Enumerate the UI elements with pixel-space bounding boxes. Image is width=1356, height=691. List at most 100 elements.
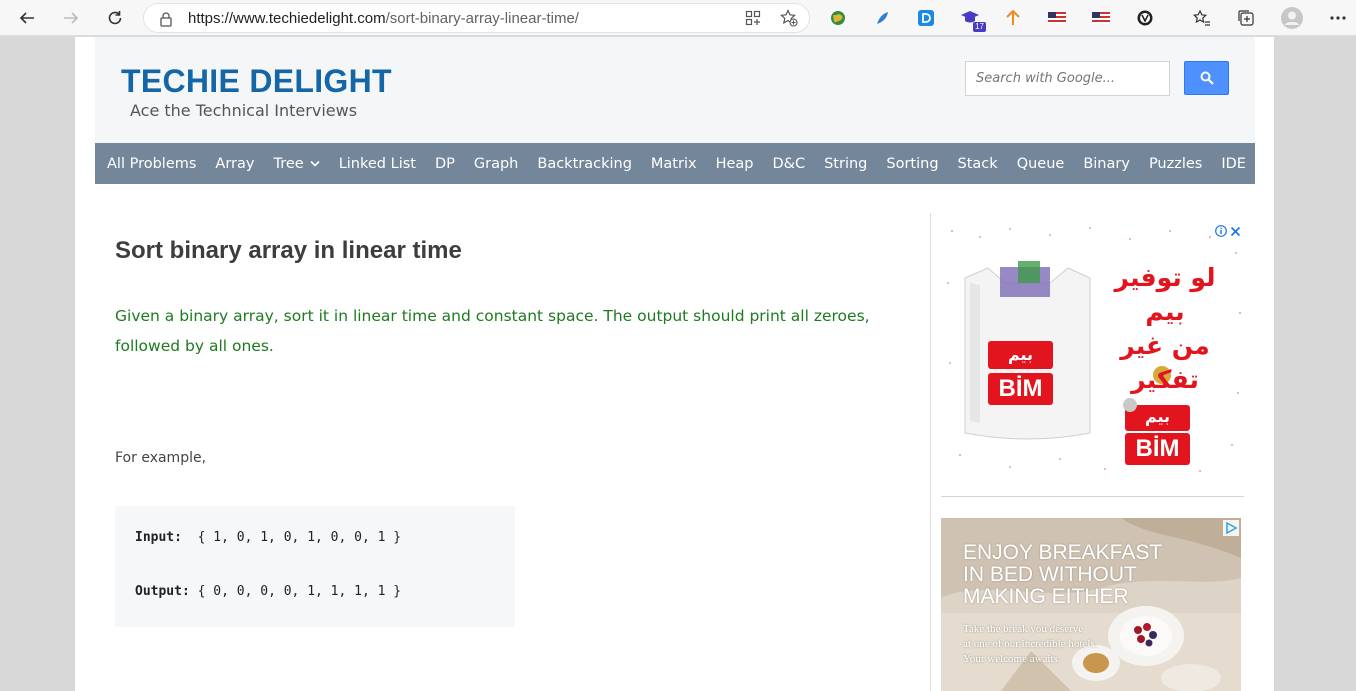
- menu-item-all-problems[interactable]: All Problems: [107, 156, 196, 172]
- page-container: TECHIE DELIGHT Ace the Technical Intervi…: [75, 37, 1274, 691]
- ad-bim-slogan: لو توفير بيم من غير تفكير: [1090, 261, 1240, 397]
- site-tagline: Ace the Technical Interviews: [130, 101, 358, 120]
- menu-item-linked-list[interactable]: Linked List: [339, 156, 416, 172]
- ad-hotel-sub-line2: at one of our incredible hotels.: [963, 638, 1098, 650]
- ad-banner-hotel[interactable]: ENJOY BREAKFAST IN BED WITHOUT MAKING EI…: [941, 518, 1241, 691]
- url-host: https://www.techiedelight.com: [188, 10, 386, 27]
- menu-item-dp[interactable]: DP: [435, 156, 455, 172]
- menu-item-queue[interactable]: Queue: [1017, 156, 1065, 172]
- menu-item-label: Backtracking: [537, 155, 632, 172]
- extension-d-icon[interactable]: [914, 6, 938, 30]
- menu-item-tree[interactable]: Tree: [273, 155, 320, 172]
- menu-item-matrix[interactable]: Matrix: [651, 156, 697, 172]
- code-input-line: Input: { 1, 0, 1, 0, 1, 0, 0, 1 }: [135, 530, 401, 545]
- forward-button[interactable]: [58, 5, 84, 31]
- ad-hotel-sub-line1: Take the break you deserve: [963, 623, 1084, 635]
- more-menu-icon[interactable]: [1326, 6, 1350, 30]
- ad-bim-bag-arabic: بيم: [1007, 345, 1034, 364]
- menu-item-label: Graph: [473, 155, 519, 172]
- extension-circle-icon[interactable]: [1133, 6, 1157, 30]
- menu-item-label: IDE: [1221, 155, 1246, 172]
- main-menu: All Problems Array Tree Linked List DP Graph B…: [95, 143, 1255, 184]
- search-input[interactable]: Search with Google...: [965, 61, 1170, 96]
- url-path: /sort-binary-array-linear-time/: [385, 10, 579, 27]
- chevron-down-icon: [310, 160, 320, 167]
- code-input-label: Input:: [135, 530, 182, 545]
- code-output-value: { 0, 0, 0, 0, 1, 1, 1, 1 }: [189, 584, 402, 599]
- app-available-icon[interactable]: [745, 10, 761, 26]
- menu-item-label: Linked List: [338, 155, 416, 172]
- back-arrow-icon: [19, 12, 34, 24]
- sidebar-divider: [930, 213, 931, 691]
- back-button[interactable]: [14, 5, 40, 31]
- menu-item-label: Matrix: [650, 155, 697, 172]
- extension-flag-us-2-icon[interactable]: [1089, 6, 1113, 30]
- ad-hotel-title-line2: IN BED WITHOUT: [963, 563, 1137, 586]
- ad-hotel-subtitle: Take the break you deserve at one of our…: [963, 622, 1097, 667]
- code-output-label: Output:: [135, 584, 190, 599]
- extension-arrow-up-icon[interactable]: [1001, 6, 1025, 30]
- favorites-icon[interactable]: [1190, 6, 1214, 30]
- menu-item-label: Sorting: [886, 155, 939, 172]
- menu-item-graph[interactable]: Graph: [474, 156, 518, 172]
- ad-info-icon[interactable]: [1215, 225, 1227, 237]
- code-block: Input: { 1, 0, 1, 0, 1, 0, 0, 1 } Output…: [115, 506, 515, 627]
- add-favorite-icon[interactable]: [780, 9, 798, 27]
- ad-bim-logo-arabic: بيم: [1144, 407, 1171, 426]
- extension-badge: 17: [973, 22, 986, 32]
- extension-flag-us-icon[interactable]: [1045, 6, 1069, 30]
- menu-item-binary[interactable]: Binary: [1083, 156, 1130, 172]
- menu-item-heap[interactable]: Heap: [716, 156, 754, 172]
- address-bar[interactable]: https://www.techiedelight.com/sort-binar…: [143, 3, 810, 33]
- code-input-value: { 1, 0, 1, 0, 1, 0, 0, 1 }: [181, 530, 402, 545]
- menu-item-ide[interactable]: IDE: [1221, 156, 1246, 172]
- example-label: For example,: [115, 450, 207, 466]
- ad-hotel-sub-line3: Your welcome awaits.: [963, 653, 1061, 665]
- ad-hotel-title: ENJOY BREAKFAST IN BED WITHOUT MAKING EI…: [963, 542, 1162, 608]
- reload-button[interactable]: [102, 5, 128, 31]
- ad-hotel-title-line1: ENJOY BREAKFAST: [963, 541, 1163, 564]
- menu-item-backtracking[interactable]: Backtracking: [537, 156, 632, 172]
- menu-item-sorting[interactable]: Sorting: [886, 156, 938, 172]
- ad-close-icon[interactable]: [1230, 226, 1241, 237]
- page-viewport: TECHIE DELIGHT Ace the Technical Intervi…: [0, 37, 1356, 691]
- menu-item-d-c[interactable]: D&C: [772, 156, 805, 172]
- code-output-line: Output: { 0, 0, 0, 0, 1, 1, 1, 1 }: [135, 584, 401, 599]
- menu-item-label: All Problems: [107, 155, 197, 172]
- menu-item-label: DP: [434, 155, 455, 172]
- ad-bim-slogan-line2: بيم: [1145, 297, 1185, 326]
- extension-feather-icon[interactable]: [870, 6, 894, 30]
- menu-item-string[interactable]: String: [824, 156, 867, 172]
- site-logo[interactable]: TECHIE DELIGHT: [121, 63, 392, 100]
- sidebar-separator: [941, 496, 1244, 497]
- menu-item-label: Heap: [715, 155, 754, 172]
- url-text: https://www.techiedelight.com/sort-binar…: [188, 10, 579, 27]
- menu-item-array[interactable]: Array: [215, 156, 254, 172]
- lock-icon: [160, 12, 172, 27]
- profile-avatar-icon[interactable]: [1280, 6, 1304, 30]
- forward-arrow-icon: [64, 12, 79, 24]
- site-header: TECHIE DELIGHT Ace the Technical Intervi…: [95, 37, 1255, 143]
- article-lead: Given a binary array, sort it in linear …: [115, 307, 870, 355]
- menu-item-label: Array: [215, 155, 255, 172]
- menu-item-puzzles[interactable]: Puzzles: [1149, 156, 1202, 172]
- reload-icon: [108, 11, 122, 25]
- menu-item-label: String: [824, 155, 868, 172]
- search-icon: [1200, 71, 1214, 85]
- menu-item-stack[interactable]: Stack: [958, 156, 998, 172]
- extension-graduation-icon[interactable]: 17: [958, 6, 986, 32]
- menu-item-label: Queue: [1016, 155, 1065, 172]
- extension-globe-icon[interactable]: [826, 6, 850, 30]
- ad-banner-bim[interactable]: بيم BİM بيم BİM لو توفير بيم من غير تفكي…: [940, 223, 1245, 478]
- menu-item-label: Stack: [957, 155, 998, 172]
- collections-icon[interactable]: [1234, 6, 1258, 30]
- search-button[interactable]: [1184, 61, 1229, 95]
- menu-item-label: Tree: [273, 155, 304, 172]
- ad-bim-bag-latin: BİM: [998, 375, 1043, 402]
- ad-hotel-title-line3: MAKING EITHER: [963, 585, 1129, 608]
- menu-item-label: Puzzles: [1148, 155, 1203, 172]
- browser-toolbar: https://www.techiedelight.com/sort-binar…: [0, 0, 1356, 36]
- ad-close-controls[interactable]: [1215, 225, 1241, 237]
- adchoices-icon[interactable]: [1223, 520, 1239, 540]
- article-title: Sort binary array in linear time: [115, 237, 462, 264]
